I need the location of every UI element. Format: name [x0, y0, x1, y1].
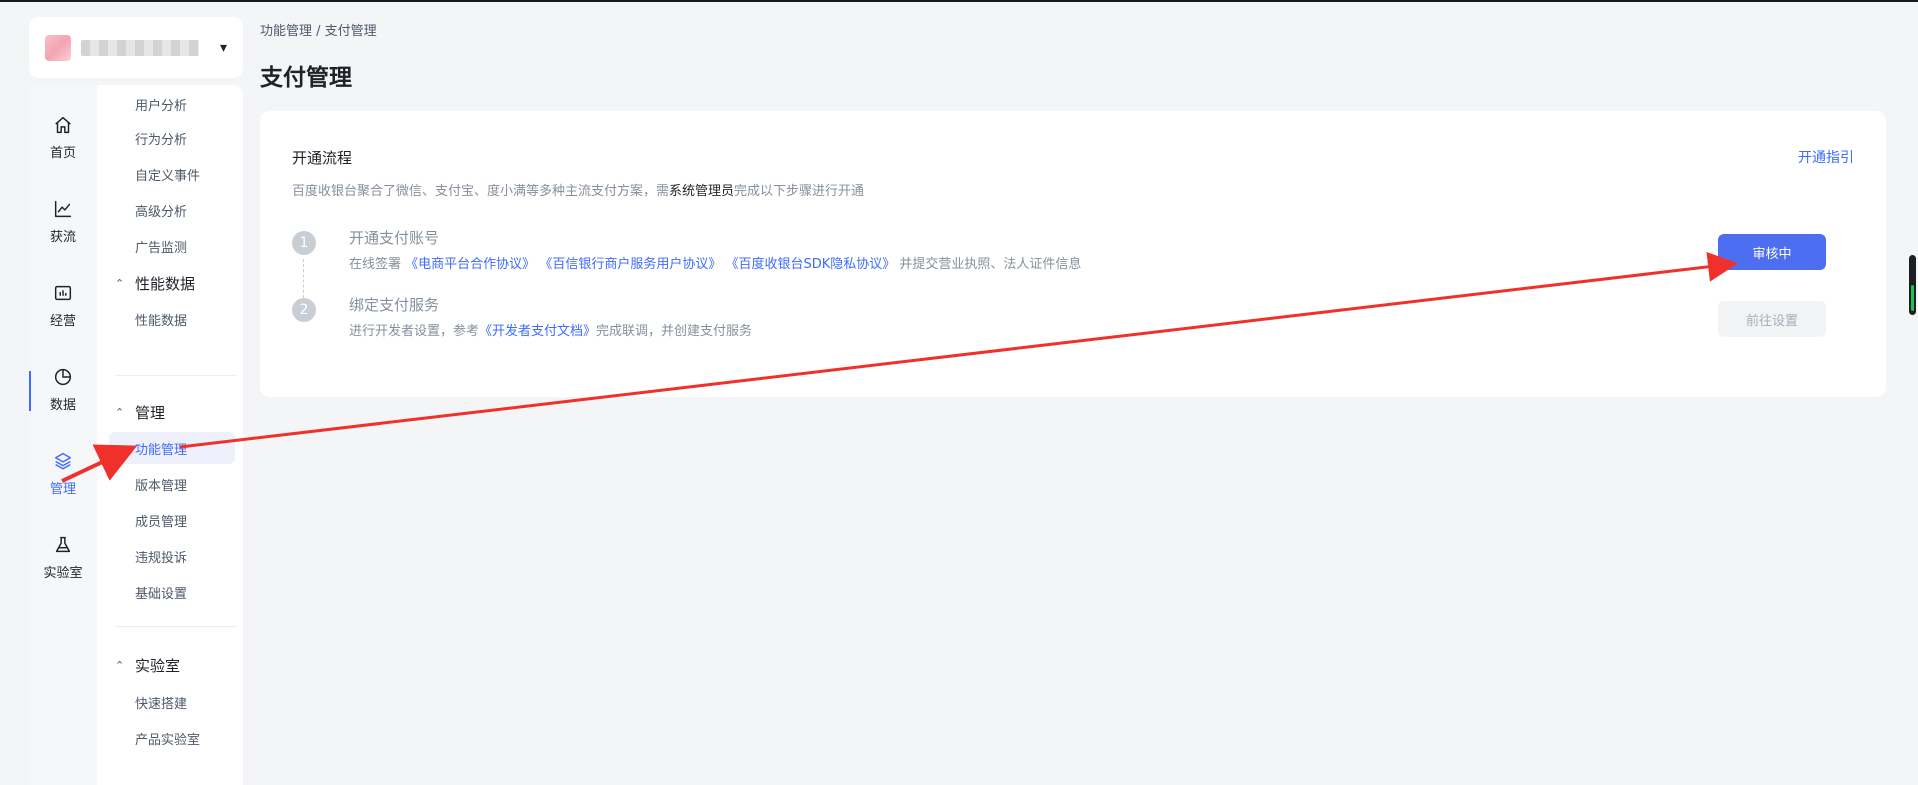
board-icon — [54, 285, 72, 300]
chevron-up-icon: ⌃ — [115, 405, 125, 419]
submenu-item-version-manage[interactable]: 版本管理 — [109, 468, 235, 500]
step-title: 绑定支付服务 — [349, 296, 440, 314]
sidebar: 首页 获流 经营 数据 管理 实验室 用户分析 行为分析 自定义事件 高级分析 … — [29, 85, 243, 785]
rail-item-label: 获流 — [49, 229, 76, 245]
agreement-link-ecommerce[interactable]: 《电商平台合作协议》 — [405, 257, 535, 272]
agreement-link-sdk-privacy[interactable]: 《百度收银台SDK隐私协议》 — [725, 257, 895, 272]
rail-item-traffic[interactable]: 获流 — [29, 189, 97, 253]
breadcrumb-current: 支付管理 — [324, 24, 377, 39]
app-logo — [45, 34, 71, 61]
step-number: 2 — [292, 298, 316, 322]
agreement-link-baixin[interactable]: 《百信银行商户服务用户协议》 — [539, 257, 721, 272]
developer-payment-doc-link[interactable]: 《开发者支付文档》 — [479, 324, 596, 339]
submenu-item-ad-monitor[interactable]: 广告监测 — [109, 230, 235, 262]
activation-process-card: 开通流程 开通指引 百度收银台聚合了微信、支付宝、度小满等多种主流支付方案，需系… — [260, 111, 1886, 397]
submenu-item-product-lab[interactable]: 产品实验室 — [109, 722, 235, 754]
step-description: 在线签署 《电商平台合作协议》 《百信银行商户服务用户协议》 《百度收银台SDK… — [349, 253, 1081, 272]
layers-icon — [54, 452, 72, 470]
activation-guide-link[interactable]: 开通指引 — [1798, 147, 1854, 167]
submenu-group-label: 实验室 — [135, 656, 181, 675]
submenu-divider — [115, 626, 237, 627]
submenu-item-behavior-analysis[interactable]: 行为分析 — [109, 122, 235, 154]
rail-item-label: 首页 — [49, 145, 76, 161]
window-top-border — [0, 0, 1918, 2]
submenu-item-custom-event[interactable]: 自定义事件 — [109, 158, 235, 190]
step-title: 开通支付账号 — [349, 229, 440, 247]
submenu-item-feature-manage[interactable]: 功能管理 — [109, 432, 235, 464]
step-desc-suffix: 完成联调，并创建支付服务 — [596, 324, 753, 339]
desc-suffix: 完成以下步骤进行开通 — [734, 184, 865, 199]
submenu-item-basic-settings[interactable]: 基础设置 — [109, 576, 235, 608]
trend-icon — [54, 200, 72, 217]
desc-highlight: 系统管理员 — [669, 184, 735, 199]
step-description: 进行开发者设置，参考《开发者支付文档》完成联调，并创建支付服务 — [349, 320, 752, 339]
secondary-nav: 用户分析 行为分析 自定义事件 高级分析 广告监测 ⌃ 性能数据 性能数据 ⌃ … — [109, 85, 243, 785]
submenu-group-label: 性能数据 — [135, 274, 196, 293]
submenu-item-user-analysis[interactable]: 用户分析 — [109, 88, 235, 120]
app-switcher[interactable]: ▾ — [29, 17, 243, 78]
rail-item-data[interactable]: 数据 — [29, 357, 97, 421]
step-desc-prefix: 进行开发者设置，参考 — [349, 324, 480, 339]
breadcrumb-separator: / — [312, 24, 325, 39]
desc-prefix: 百度收银台聚合了微信、支付宝、度小满等多种主流支付方案，需 — [292, 184, 670, 199]
app-name-redacted — [81, 39, 199, 56]
rail-item-manage[interactable]: 管理 — [29, 441, 97, 505]
rail-item-operation[interactable]: 经营 — [29, 273, 97, 337]
submenu-group-lab[interactable]: ⌃ 实验室 — [109, 649, 235, 681]
chevron-up-icon: ⌃ — [115, 658, 125, 672]
flask-icon — [55, 536, 71, 552]
caret-down-icon[interactable]: ▾ — [220, 40, 227, 56]
submenu-group-label: 管理 — [135, 403, 166, 422]
submenu-item-advanced-analysis[interactable]: 高级分析 — [109, 194, 235, 226]
breadcrumb-parent[interactable]: 功能管理 — [260, 24, 312, 39]
primary-nav-rail: 首页 获流 经营 数据 管理 实验室 — [29, 85, 97, 785]
submenu-group-performance[interactable]: ⌃ 性能数据 — [109, 267, 235, 299]
submenu-item-member-manage[interactable]: 成员管理 — [109, 504, 235, 536]
card-description: 百度收银台聚合了微信、支付宝、度小满等多种主流支付方案，需系统管理员完成以下步骤… — [292, 180, 864, 199]
rail-item-home[interactable]: 首页 — [29, 105, 97, 169]
rail-item-label: 经营 — [49, 313, 76, 329]
card-title: 开通流程 — [292, 149, 353, 167]
rail-item-label: 数据 — [49, 397, 76, 413]
step-desc-suffix: 并提交营业执照、法人证件信息 — [895, 257, 1082, 272]
submenu-item-quick-build[interactable]: 快速搭建 — [109, 686, 235, 718]
submenu-group-manage[interactable]: ⌃ 管理 — [109, 396, 235, 428]
rail-item-label: 管理 — [49, 481, 76, 497]
page-title: 支付管理 — [260, 65, 352, 91]
under-review-button[interactable]: 审核中 — [1718, 234, 1826, 270]
pie-icon — [54, 368, 72, 385]
scrollbar-thumb[interactable] — [1911, 285, 1914, 311]
go-to-settings-button[interactable]: 前往设置 — [1718, 301, 1826, 337]
submenu-item-violation-complaint[interactable]: 违规投诉 — [109, 540, 235, 572]
submenu-divider — [115, 375, 237, 376]
rail-item-label: 实验室 — [43, 565, 83, 581]
step-number: 1 — [292, 231, 316, 255]
chevron-up-icon: ⌃ — [115, 276, 125, 290]
home-icon — [55, 116, 71, 133]
submenu-item-performance-data[interactable]: 性能数据 — [109, 303, 235, 335]
step-desc-prefix: 在线签署 — [349, 257, 402, 272]
step-connector — [303, 259, 304, 303]
breadcrumb: 功能管理 / 支付管理 — [260, 20, 377, 39]
rail-item-lab[interactable]: 实验室 — [29, 525, 97, 589]
